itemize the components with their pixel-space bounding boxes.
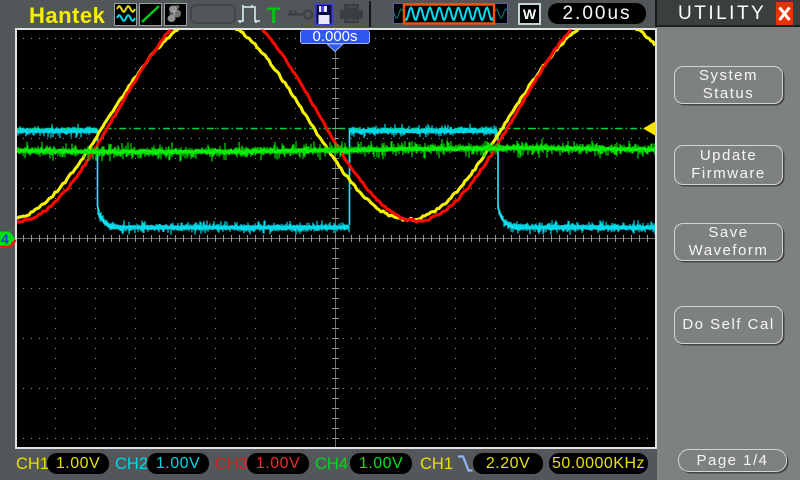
svg-text:4: 4 <box>1 231 9 247</box>
svg-text:T: T <box>267 3 281 28</box>
